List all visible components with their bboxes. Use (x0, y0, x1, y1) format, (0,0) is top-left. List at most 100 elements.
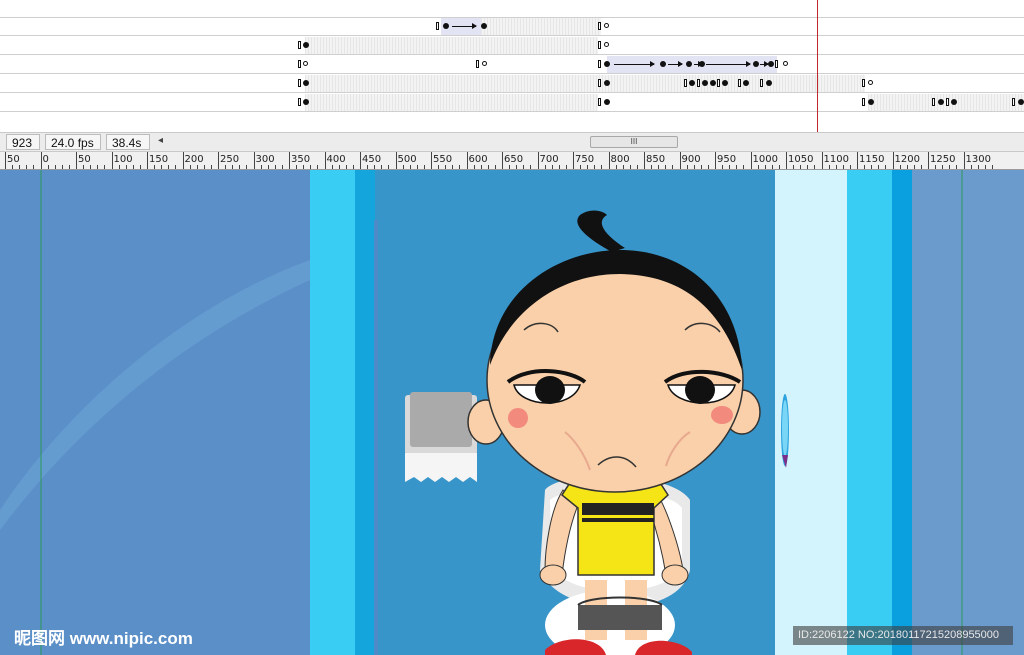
timeline-track-4[interactable] (0, 74, 1024, 93)
keyframe-bracket[interactable] (598, 22, 601, 30)
ruler-minor-tick (707, 165, 709, 169)
keyframe-bracket[interactable] (697, 79, 700, 87)
keyframe-bracket[interactable] (298, 60, 301, 68)
keyframe[interactable] (868, 80, 873, 85)
keyframe[interactable] (938, 99, 944, 105)
ruler-minor-tick (317, 165, 319, 169)
frame-rate-field[interactable]: 24.0 fps (45, 134, 101, 150)
ruler-minor-tick (90, 165, 92, 169)
keyframe-bracket[interactable] (932, 98, 935, 106)
timeline-track-2[interactable] (0, 36, 1024, 55)
ruler-label: 1150 (859, 154, 885, 165)
timeline-track-5[interactable] (0, 93, 1024, 112)
keyframe[interactable] (768, 61, 774, 67)
ruler-minor-tick (722, 165, 724, 169)
keyframe[interactable] (604, 99, 610, 105)
ruler-minor-tick (530, 165, 532, 169)
keyframe-bracket[interactable] (298, 98, 301, 106)
keyframe[interactable] (303, 61, 308, 66)
horizontal-ruler[interactable]: 50 0 50 100 150 200 250 300 350 400 450 500 550 600 65… (0, 152, 1024, 170)
keyframe-bracket[interactable] (1012, 98, 1015, 106)
keyframe[interactable] (481, 23, 487, 29)
timeline-header (0, 0, 1024, 18)
keyframe-bracket[interactable] (775, 60, 778, 68)
keyframe-bracket[interactable] (436, 22, 439, 30)
keyframe[interactable] (303, 99, 309, 105)
keyframe[interactable] (783, 61, 788, 66)
keyframe[interactable] (482, 61, 487, 66)
ruler-minor-tick (161, 165, 163, 169)
ruler-minor-tick (601, 165, 603, 169)
ruler-major-tick (40, 152, 42, 169)
keyframe-bracket[interactable] (738, 79, 741, 87)
left-door-pillar-shadow (355, 170, 375, 655)
keyframe[interactable] (743, 80, 749, 86)
keyframe[interactable] (443, 23, 449, 29)
horizontal-scroll-thumb[interactable]: III (590, 136, 678, 148)
keyframe-bracket[interactable] (598, 41, 601, 49)
ruler-major-tick (715, 152, 716, 169)
keyframe-bracket[interactable] (760, 79, 763, 87)
keyframe[interactable] (686, 61, 692, 67)
current-frame-field[interactable]: 923 (6, 134, 40, 150)
ruler-minor-tick (409, 165, 411, 169)
keyframe-bracket[interactable] (598, 79, 601, 87)
keyframe[interactable] (722, 80, 728, 86)
scroll-left-icon[interactable]: ◂ (158, 135, 163, 146)
left-door-edge (374, 220, 378, 655)
stage-artwork (0, 170, 1024, 655)
keyframe[interactable] (604, 42, 609, 47)
ruler-minor-tick (83, 165, 85, 169)
keyframe-bracket[interactable] (862, 79, 865, 87)
ruler-major-tick (147, 152, 148, 169)
keyframe[interactable] (753, 61, 759, 67)
ruler-minor-tick (935, 165, 937, 169)
ruler-minor-tick (849, 165, 851, 169)
keyframe[interactable] (699, 61, 705, 67)
ruler-minor-tick (104, 165, 106, 169)
ruler-minor-tick (438, 165, 440, 169)
ruler-minor-tick (352, 165, 354, 169)
ruler-label: 400 (326, 154, 346, 165)
keyframe-bracket[interactable] (598, 60, 601, 68)
ruler-minor-tick (672, 165, 674, 169)
keyframe[interactable] (604, 61, 610, 67)
keyframe-bracket[interactable] (476, 60, 479, 68)
keyframe[interactable] (951, 99, 957, 105)
ruler-major-tick (608, 152, 610, 169)
keyframe[interactable] (702, 80, 708, 86)
playhead[interactable] (817, 0, 818, 132)
ruler-minor-tick (367, 165, 369, 169)
keyframe-bracket[interactable] (862, 98, 865, 106)
timeline-track-1[interactable] (0, 17, 1024, 36)
ruler-minor-tick (743, 165, 745, 169)
keyframe[interactable] (766, 80, 772, 86)
stage-canvas[interactable] (0, 170, 1024, 655)
ruler-minor-tick (523, 165, 525, 169)
keyframe[interactable] (710, 80, 716, 86)
ruler-major-tick (502, 152, 503, 169)
ruler-minor-tick (331, 165, 333, 169)
keyframe[interactable] (660, 61, 666, 67)
keyframe[interactable] (303, 80, 309, 86)
keyframe[interactable] (303, 42, 309, 48)
keyframe-bracket[interactable] (684, 79, 687, 87)
right-wall (912, 170, 1024, 655)
keyframe-bracket[interactable] (717, 79, 720, 87)
keyframe[interactable] (1018, 99, 1024, 105)
ruler-label: 1050 (788, 154, 814, 165)
ruler-major-tick (5, 152, 6, 169)
keyframe[interactable] (868, 99, 874, 105)
ruler-major-tick (76, 152, 77, 169)
keyframe-bracket[interactable] (298, 79, 301, 87)
timeline-panel[interactable] (0, 0, 1024, 132)
ruler-minor-tick (615, 165, 617, 169)
keyframe[interactable] (604, 80, 610, 86)
ruler-minor-tick (864, 165, 866, 169)
timeline-track-3[interactable] (0, 55, 1024, 74)
keyframe[interactable] (604, 23, 609, 28)
keyframe-bracket[interactable] (298, 41, 301, 49)
keyframe-bracket[interactable] (598, 98, 601, 106)
keyframe[interactable] (689, 80, 695, 86)
keyframe-bracket[interactable] (946, 98, 949, 106)
